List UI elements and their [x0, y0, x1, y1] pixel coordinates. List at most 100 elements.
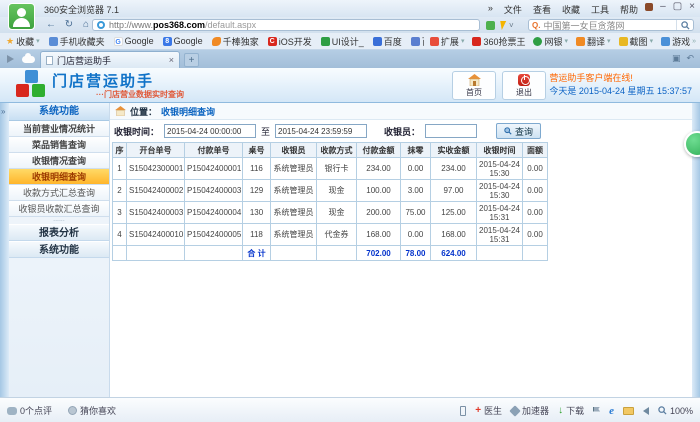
total-cell [523, 246, 548, 261]
phone-icon[interactable] [460, 406, 466, 416]
sidebar-item-cashier-detail[interactable]: 收银明细查询 [9, 169, 109, 185]
bookmark-mobile[interactable]: 手机收藏夹 [49, 35, 105, 48]
table-row[interactable]: 2S15042400002P15042400003129系统管理员现金100.0… [113, 180, 548, 202]
doctor-item[interactable]: +医生 [475, 404, 502, 417]
sidebar-section-reports[interactable]: 报表分析 [9, 224, 109, 241]
table-row[interactable]: 4S15042400010P15042400005118系统管理员代金券168.… [113, 224, 548, 246]
column-header: 桌号 [243, 143, 271, 158]
download-item[interactable]: ↓下载 [558, 404, 584, 417]
sidebar-section-system[interactable]: 系统功能 [9, 241, 109, 258]
table-row[interactable]: 1S15042300001P15042400001116系统管理员银行卡234.… [113, 158, 548, 180]
sidebar-item-dish-sales[interactable]: 菜品销售查询 [9, 137, 109, 153]
time-from-input[interactable] [164, 124, 256, 138]
table-cell: 系统管理员 [271, 202, 317, 224]
table-cell: 2 [113, 180, 127, 202]
sidebar-item-cashier-summary[interactable]: 收银员收款汇总查询 [9, 201, 109, 217]
sidebar-header: 系统功能 [9, 103, 109, 121]
total-received: 624.00 [431, 246, 477, 261]
menu-help[interactable]: 帮助 [620, 3, 638, 16]
total-cell [113, 246, 127, 261]
toolbar-bank[interactable]: 网银▾ [533, 35, 568, 48]
close-button[interactable]: × [689, 1, 695, 12]
chevron-down-icon[interactable]: ˅ [509, 21, 514, 30]
home-button[interactable]: ⌂ [79, 18, 93, 31]
total-payment: 702.00 [357, 246, 401, 261]
cashier-detail-table: 序开台单号付款单号桌号收银员收款方式付款金额抹零实收金额收银时间面额 1S150… [112, 142, 548, 261]
bookmark-ui-design[interactable]: UI设计_ [321, 35, 364, 48]
cashier-input[interactable] [425, 124, 477, 138]
search-box[interactable]: Q. 中国第一女巨贪落网 [528, 19, 694, 31]
search-icon[interactable] [676, 20, 690, 30]
bookmark-favorites[interactable]: ★收藏▾ [6, 35, 40, 48]
browser-logo-icon[interactable] [8, 3, 35, 30]
flag-icon[interactable] [593, 407, 600, 412]
sidebar-item-cashier-status[interactable]: 收银情况查询 [9, 153, 109, 169]
app-logo-icon [13, 69, 49, 107]
speaker-icon[interactable] [643, 407, 649, 415]
pin-icon[interactable] [7, 55, 14, 63]
toolbar-translate[interactable]: 翻译▾ [576, 35, 611, 48]
status-right: +医生 加速器 ↓下载 e 100% [460, 404, 693, 417]
home-page-button[interactable]: 首页 [452, 71, 496, 100]
ticket-icon [472, 37, 481, 46]
new-tab-button[interactable]: + [184, 53, 199, 67]
table-cell: P15042400003 [185, 180, 243, 202]
zoom-item[interactable]: 100% [658, 406, 693, 416]
tab-list-icon[interactable]: ▣ [672, 53, 681, 64]
to-label: 至 [261, 125, 270, 138]
table-cell: 系统管理员 [271, 224, 317, 246]
collapse-sidebar-icon[interactable]: » [1, 107, 5, 116]
tab-close-icon[interactable]: × [169, 55, 174, 65]
back-button[interactable]: ← [44, 18, 58, 31]
header-status: 营运助手客户端在线! 今天是 2015-04-24 星期五 15:37:57 [549, 72, 692, 98]
guess-you-like-item[interactable]: 猜你喜欢 [68, 404, 116, 417]
tab-active[interactable]: 门店营运助手 × [40, 51, 180, 68]
main-area: » 系统功能 当前营业情况统计 菜品销售查询 收银情况查询 收银明细查询 收款方… [0, 103, 700, 397]
ie-mode-icon[interactable]: e [609, 406, 614, 416]
toolbar-screenshot[interactable]: 截图▾ [619, 35, 654, 48]
table-cell: 3.00 [401, 180, 431, 202]
total-cell [317, 246, 357, 261]
table-cell: S15042400002 [127, 180, 185, 202]
bookmark-google2[interactable]: 8Google [163, 36, 203, 46]
table-row[interactable]: 3S15042400003P15042400004130系统管理员现金200.0… [113, 202, 548, 224]
sidebar-item-payment-summary[interactable]: 收款方式汇总查询 [9, 185, 109, 201]
sidebar-divider: ...... [9, 217, 109, 224]
bookmark-google[interactable]: GGoogle [114, 36, 154, 46]
toolbar-extensions[interactable]: 扩展▾ [430, 35, 465, 48]
toolbar-ticket[interactable]: 360抢票王 [472, 35, 525, 48]
plugin-icon[interactable] [486, 21, 495, 30]
sidebar-item-business-stats[interactable]: 当前营业情况统计 [9, 121, 109, 137]
query-button[interactable]: 查询 [496, 123, 541, 139]
member-icon[interactable] [645, 3, 653, 11]
restore-button[interactable]: ▢ [673, 1, 682, 12]
menu-favorites[interactable]: 收藏 [562, 3, 580, 16]
minimize-button[interactable]: – [660, 1, 666, 12]
current-date: 今天是 2015-04-24 星期五 15:37:57 [549, 85, 692, 98]
table-cell: 代金券 [317, 224, 357, 246]
table-cell: 现金 [317, 180, 357, 202]
bookmark-ios-dev[interactable]: CiOS开发 [268, 35, 312, 48]
cloud-sync-icon[interactable] [22, 56, 35, 63]
menu-file[interactable]: 文件 [504, 3, 522, 16]
refresh-button[interactable]: ↻ [62, 18, 76, 31]
query-icon [504, 127, 512, 135]
exit-button[interactable]: 退出 [502, 71, 546, 100]
overflow-icon[interactable]: » [488, 3, 493, 16]
address-bar[interactable]: http://www.pos368.com/default.aspx [92, 19, 480, 31]
accelerator-item[interactable]: 加速器 [511, 404, 549, 417]
column-header: 面额 [523, 143, 548, 158]
time-to-input[interactable] [275, 124, 367, 138]
restore-tab-icon[interactable]: ↶ [686, 53, 694, 64]
title-bar: 360安全浏览器 7.1 » 文件 查看 收藏 工具 帮助 – ▢ × [0, 0, 700, 17]
folder-icon[interactable] [623, 407, 634, 415]
menu-tools[interactable]: 工具 [591, 3, 609, 16]
medic-cross-icon: + [475, 406, 481, 416]
comments-item[interactable]: 0个点评 [7, 404, 52, 417]
lightning-icon[interactable] [498, 21, 506, 30]
menu-view[interactable]: 查看 [533, 3, 551, 16]
toolbar-games[interactable]: 游戏» [661, 35, 696, 48]
bookmark-baidu[interactable]: 百度 [373, 35, 402, 48]
bookmark-qianbang[interactable]: 千棒独家 [212, 35, 259, 48]
ui-icon [321, 37, 330, 46]
